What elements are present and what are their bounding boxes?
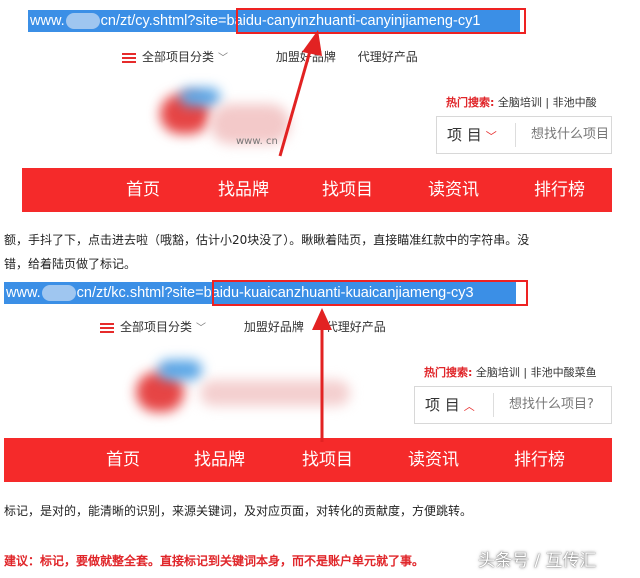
arrow-up-icon — [278, 30, 322, 157]
arrow-up-icon — [312, 308, 332, 442]
annotation-arrows — [278, 30, 332, 442]
